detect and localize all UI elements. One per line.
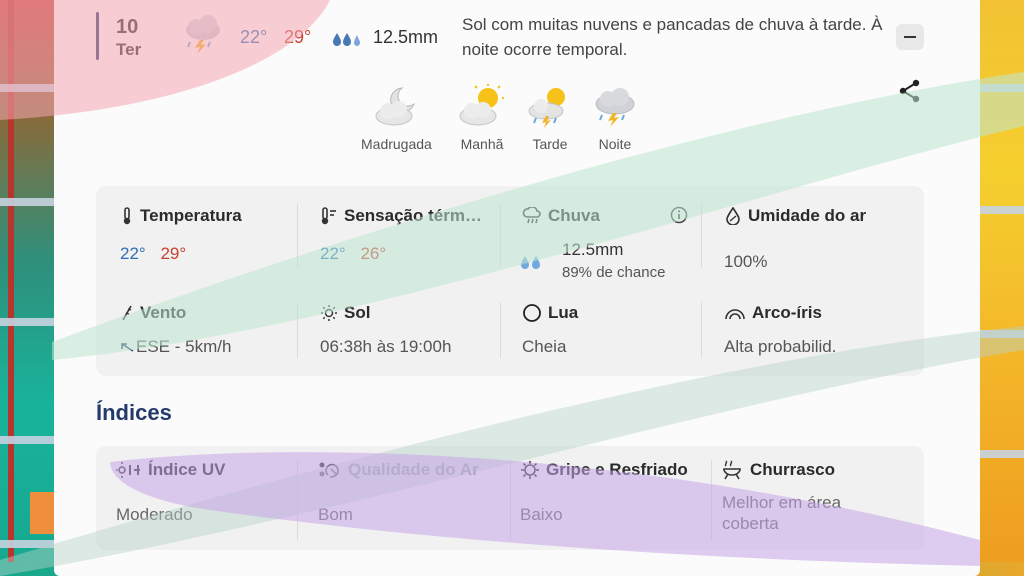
thermometer-icon: [123, 207, 131, 225]
period-label: Madrugada: [361, 136, 432, 152]
collapse-button[interactable]: [896, 24, 924, 50]
detail-humidity: Umidade do ar 100%: [724, 206, 866, 272]
detail-title: Arco-íris: [752, 303, 822, 322]
index-uv[interactable]: Índice UV Moderado: [116, 460, 225, 525]
detail-title: Vento: [140, 303, 187, 322]
forecast-card[interactable]: 10 Ter 22° 29° 12.5mm Sol com muitas nuv…: [54, 0, 980, 576]
detail-feels-like: Sensação térm… 22° 26°: [320, 206, 482, 264]
detail-title: Temperatura: [140, 206, 242, 225]
storm-cloud-icon: [186, 15, 220, 54]
temp-max: 29°: [160, 244, 187, 263]
temp-min: 22°: [120, 244, 146, 263]
period-tarde[interactable]: Tarde: [515, 84, 585, 152]
indices-grid: Índice UV Moderado Qualidade do Ar Bom G…: [96, 446, 924, 550]
detail-title: Umidade do ar: [748, 206, 867, 225]
index-value: Bom: [318, 505, 353, 524]
day-name: Ter: [116, 40, 142, 59]
rain-drops-icon: [333, 33, 360, 46]
period-label: Tarde: [532, 136, 568, 152]
index-title: Gripe e Resfriado: [546, 460, 688, 479]
humidity-icon: [726, 207, 740, 225]
detail-moon: Lua Cheia: [522, 303, 578, 357]
sun-icon: [321, 305, 337, 321]
detail-title: Lua: [548, 303, 579, 322]
index-title: Churrasco: [750, 460, 836, 479]
wind-direction-icon: [121, 343, 134, 352]
index-barbecue[interactable]: Churrasco Melhor em área coberta: [722, 460, 892, 534]
detail-title: Sensação térm…: [344, 206, 482, 225]
feels-like-thermometer-icon: [321, 207, 336, 225]
summary-temp-max: 29°: [284, 27, 312, 47]
day-number: 10: [116, 16, 139, 38]
barbecue-icon: [723, 460, 741, 480]
share-icon[interactable]: [897, 78, 923, 104]
detail-rain: Chuva 12.5mm 89% de chance: [521, 206, 688, 281]
rain-amount: 12.5mm: [562, 240, 624, 259]
period-manha[interactable]: Manhã: [447, 84, 517, 152]
rainbow-value: Alta probabilid.: [724, 337, 837, 356]
period-noite[interactable]: Noite: [580, 84, 650, 152]
storm-cloud-icon: [595, 88, 635, 127]
virus-icon: [521, 461, 539, 479]
summary-temp-min: 22°: [240, 27, 268, 47]
index-value: Baixo: [520, 505, 563, 524]
day-indicator-bar: [96, 12, 99, 60]
humidity-value: 100%: [724, 252, 768, 271]
moon-value: Cheia: [522, 337, 567, 356]
uv-index-icon: [116, 462, 140, 478]
detail-title: Sol: [344, 303, 371, 322]
index-air-quality[interactable]: Qualidade do Ar Bom: [318, 460, 479, 525]
period-label: Manhã: [460, 136, 504, 152]
index-title: Índice UV: [148, 460, 226, 479]
index-flu-cold[interactable]: Gripe e Resfriado Baixo: [520, 460, 688, 525]
detail-title: Chuva: [548, 206, 600, 225]
period-madrugada[interactable]: Madrugada: [361, 84, 432, 152]
detail-rainbow: Arco-íris Alta probabilid.: [724, 303, 836, 357]
index-value: Moderado: [116, 505, 193, 524]
detail-wind: Vento ESE - 5km/h: [120, 303, 231, 357]
background-right-panel: [974, 0, 1024, 576]
summary-rain-amount: 12.5mm: [373, 27, 439, 47]
index-title: Qualidade do Ar: [348, 460, 479, 479]
wind-icon: [122, 305, 132, 321]
sun-value: 06:38h às 19:00h: [320, 337, 452, 356]
detail-sun: Sol 06:38h às 19:00h: [320, 303, 451, 357]
rain-drops-icon: [518, 254, 546, 270]
minus-icon: [904, 36, 916, 38]
air-quality-icon: [319, 462, 339, 478]
period-label: Noite: [598, 136, 632, 152]
info-icon[interactable]: [670, 206, 688, 224]
feels-max: 26°: [360, 244, 387, 263]
feels-min: 22°: [320, 244, 346, 263]
background-left-panel: [0, 0, 60, 576]
rain-chance: 89% de chance: [562, 264, 666, 281]
indices-title: Índices: [96, 400, 172, 425]
background-chip: [30, 492, 56, 534]
detail-temperature: Temperatura 22° 29°: [120, 206, 242, 264]
rain-cloud-icon: [522, 207, 541, 224]
index-value: Melhor em área coberta: [722, 493, 842, 533]
details-grid: Temperatura 22° 29° Sensação térm… 22° 2…: [96, 186, 924, 376]
forecast-description: Sol com muitas nuvens e pancadas de chuv…: [462, 15, 883, 59]
moon-cloud-icon: [375, 87, 416, 126]
moon-icon: [523, 304, 541, 322]
sun-cloud-icon: [459, 84, 504, 126]
sun-rain-cloud-icon: [528, 88, 565, 128]
rainbow-icon: [725, 309, 745, 320]
wind-value: ESE - 5km/h: [136, 337, 232, 356]
